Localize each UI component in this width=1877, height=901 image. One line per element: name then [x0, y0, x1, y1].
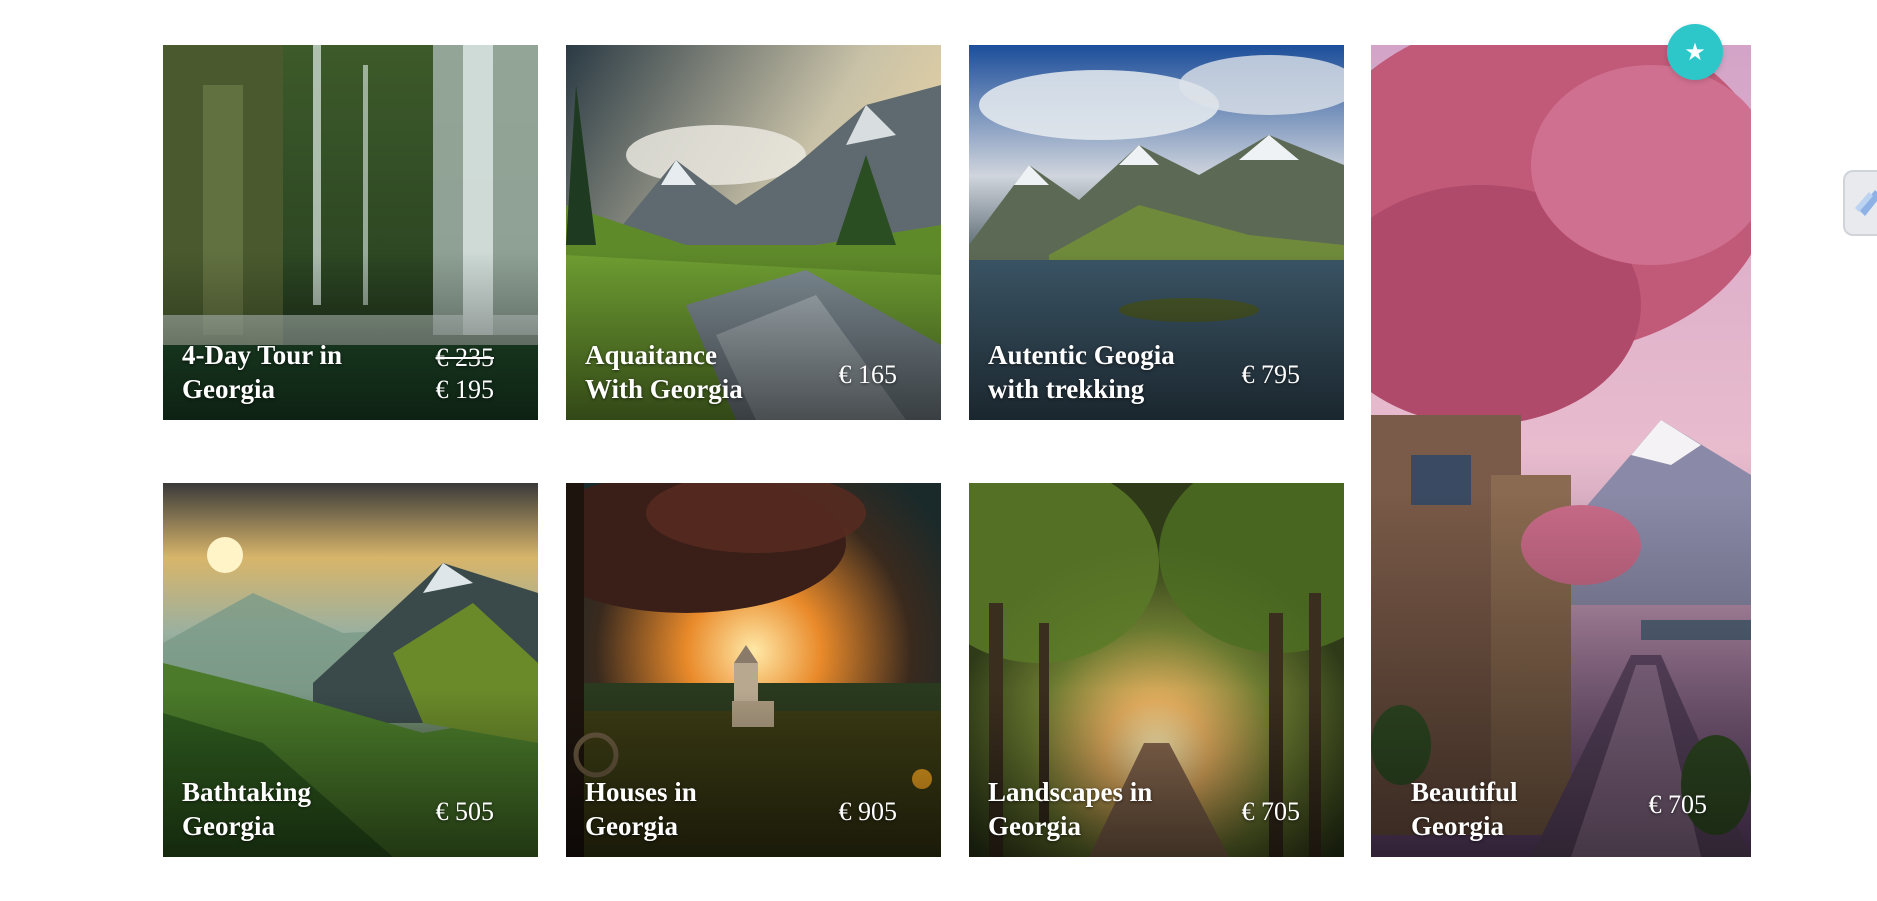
tour-title: Houses in Georgia: [585, 777, 697, 841]
favorite-button[interactable]: ★: [1667, 24, 1723, 80]
tour-price: € 705: [1648, 790, 1708, 819]
tour-price: € 235 € 195: [436, 342, 495, 406]
tour-title: Bathtaking Georgia: [182, 777, 312, 841]
tour-title: Beautiful Georgia: [1411, 777, 1518, 841]
tour-title: Aquaitance With Georgia: [585, 340, 743, 404]
tour-card-4-day-tour[interactable]: 4-Day Tour in Georgia € 235 € 195: [163, 45, 538, 420]
star-icon: ★: [1684, 38, 1706, 66]
tour-title: 4-Day Tour in Georgia: [182, 340, 343, 404]
tour-title: Autentic Geogia with trekking: [988, 340, 1175, 404]
side-tab-button[interactable]: [1843, 170, 1877, 236]
tour-card-aquaitance[interactable]: Aquaitance With Georgia € 165: [566, 45, 941, 420]
new-price: € 195: [435, 375, 495, 404]
tour-price: € 795: [1241, 360, 1301, 389]
tour-price: € 165: [838, 360, 898, 389]
tour-card-beautiful-georgia[interactable]: Beautiful Georgia € 705: [1371, 45, 1751, 857]
pencil-icon: [1855, 190, 1877, 216]
tour-card-houses-in-georgia[interactable]: Houses in Georgia € 905: [566, 483, 941, 857]
tour-card-autentic-geogia[interactable]: Autentic Geogia with trekking € 795: [969, 45, 1344, 420]
tour-price: € 905: [838, 797, 898, 826]
tour-title: Landscapes in Georgia: [988, 777, 1153, 841]
tour-price: € 505: [435, 797, 495, 826]
tour-card-bathtaking-georgia[interactable]: Bathtaking Georgia € 505: [163, 483, 538, 857]
tour-card-landscapes-in-georgia[interactable]: Landscapes in Georgia € 705: [969, 483, 1344, 857]
tour-price: € 705: [1241, 797, 1301, 826]
old-price: € 235: [435, 343, 495, 372]
